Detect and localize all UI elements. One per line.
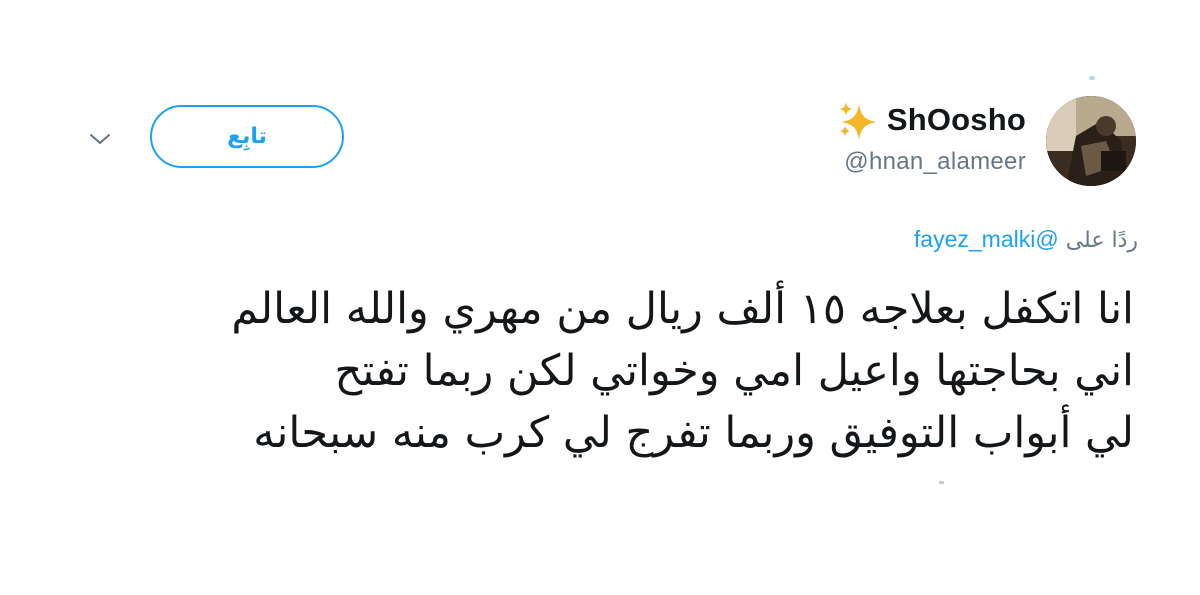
- tweet-text-line: لي أبواب التوفيق وربما تفرج لي كرب منه س…: [253, 408, 1134, 458]
- tweet-text: انا اتكفل بعلاجه ١٥ ألف ريال من مهري وال…: [74, 278, 1134, 464]
- follow-button[interactable]: تابِع: [150, 105, 344, 168]
- sparkles-icon: [837, 100, 879, 140]
- display-name: ShOosho: [886, 102, 1026, 137]
- reply-prefix: ردًا على: [1065, 228, 1138, 253]
- tweet-card: ShOosho @hnan_alameer تابِع ردًا على @fa…: [0, 0, 1200, 595]
- tweet-text-line: انا اتكفل بعلاجه ١٥ ألف ريال من مهري وال…: [231, 284, 1134, 334]
- user-handle: @hnan_alameer: [844, 148, 1026, 175]
- reply-context: ردًا على @fayez_malki: [914, 226, 1138, 253]
- display-name-row: ShOosho: [837, 100, 1026, 140]
- reply-mention-link[interactable]: @fayez_malki: [914, 226, 1059, 252]
- avatar[interactable]: [1046, 96, 1136, 186]
- profile-photo-icon: [1046, 96, 1136, 186]
- user-info[interactable]: ShOosho @hnan_alameer: [837, 100, 1026, 176]
- tweet-text-line: اني بحاجتها واعيل امي وخواتي لكن ربما تف…: [334, 346, 1134, 396]
- chevron-down-icon[interactable]: [88, 127, 112, 151]
- decorative-dot: [1089, 76, 1095, 80]
- decorative-mark: [939, 481, 944, 484]
